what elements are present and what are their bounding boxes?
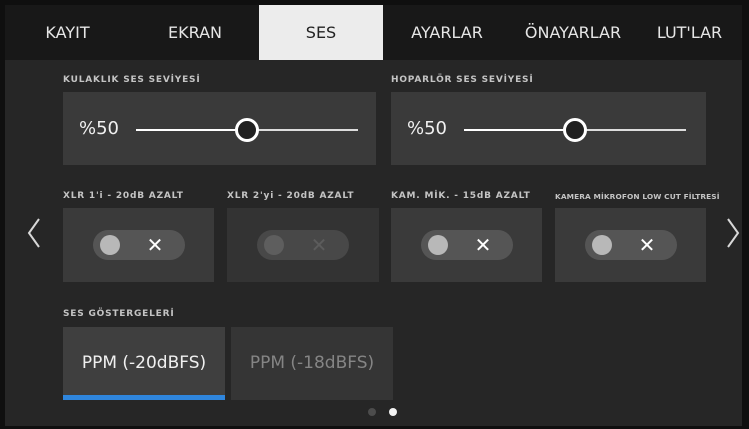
tab-presets[interactable]: ÖNAYARLAR bbox=[511, 5, 635, 60]
xlr2-attenuate-card: ✕ bbox=[227, 208, 379, 282]
tab-luts[interactable]: LUT'LAR bbox=[637, 5, 742, 60]
speaker-volume-value: %50 bbox=[407, 118, 448, 139]
tab-audio[interactable]: SES bbox=[259, 5, 383, 60]
xlr2-attenuate-toggle: ✕ bbox=[257, 230, 349, 260]
headphone-volume-knob[interactable] bbox=[235, 118, 259, 142]
x-icon: ✕ bbox=[474, 233, 492, 257]
meter-option-label: PPM (-20dBFS) bbox=[81, 353, 207, 373]
headphone-volume-label: KULAKLIK SES SEVİYESİ bbox=[63, 75, 201, 85]
meter-option-ppm-18[interactable]: PPM (-18dBFS) bbox=[231, 327, 393, 400]
camera-mic-low-cut-card: ✕ bbox=[555, 208, 706, 282]
camera-mic-attenuate-card: ✕ bbox=[391, 208, 542, 282]
headphone-volume-value: %50 bbox=[79, 118, 120, 139]
chevron-left-icon[interactable] bbox=[27, 215, 41, 251]
audio-settings-screen: KAYIT EKRAN SES AYARLAR ÖNAYARLAR LUT'LA… bbox=[5, 5, 742, 426]
x-icon: ✕ bbox=[310, 233, 328, 257]
audio-meters-label: SES GÖSTERGELERİ bbox=[63, 309, 175, 319]
page-dot-2[interactable] bbox=[389, 408, 397, 416]
headphone-volume-fill bbox=[136, 129, 247, 131]
meter-option-label: PPM (-18dBFS) bbox=[249, 353, 375, 373]
tab-bar: KAYIT EKRAN SES AYARLAR ÖNAYARLAR LUT'LA… bbox=[5, 5, 742, 60]
toggle-knob bbox=[100, 235, 120, 255]
camera-mic-low-cut-label: KAMERA MİKROFON LOW CUT FİLTRESİ bbox=[555, 192, 720, 201]
toggle-knob bbox=[428, 235, 448, 255]
camera-mic-attenuate-label: KAM. MİK. - 15dB AZALT bbox=[391, 191, 531, 201]
x-icon: ✕ bbox=[146, 233, 164, 257]
xlr1-attenuate-card: ✕ bbox=[63, 208, 214, 282]
x-icon: ✕ bbox=[638, 233, 656, 257]
page-dot-1[interactable] bbox=[368, 408, 376, 416]
speaker-volume-label: HOPARLÖR SES SEVİYESİ bbox=[391, 75, 534, 85]
chevron-right-icon[interactable] bbox=[726, 215, 740, 251]
selected-indicator bbox=[63, 395, 225, 400]
speaker-volume-fill bbox=[464, 129, 575, 131]
tab-setup[interactable]: AYARLAR bbox=[385, 5, 509, 60]
camera-mic-low-cut-toggle[interactable]: ✕ bbox=[585, 230, 677, 260]
camera-mic-attenuate-toggle[interactable]: ✕ bbox=[421, 230, 513, 260]
speaker-volume-knob[interactable] bbox=[563, 118, 587, 142]
speaker-volume-control: %50 bbox=[391, 92, 706, 165]
xlr1-attenuate-label: XLR 1'i - 20dB AZALT bbox=[63, 191, 184, 201]
meter-option-ppm-20[interactable]: PPM (-20dBFS) bbox=[63, 327, 225, 400]
xlr2-attenuate-label: XLR 2'yi - 20dB AZALT bbox=[227, 191, 355, 201]
headphone-volume-control: %50 bbox=[63, 92, 376, 165]
tab-monitor[interactable]: EKRAN bbox=[133, 5, 257, 60]
toggle-knob bbox=[592, 235, 612, 255]
toggle-knob bbox=[264, 235, 284, 255]
tab-record[interactable]: KAYIT bbox=[5, 5, 130, 60]
xlr1-attenuate-toggle[interactable]: ✕ bbox=[93, 230, 185, 260]
